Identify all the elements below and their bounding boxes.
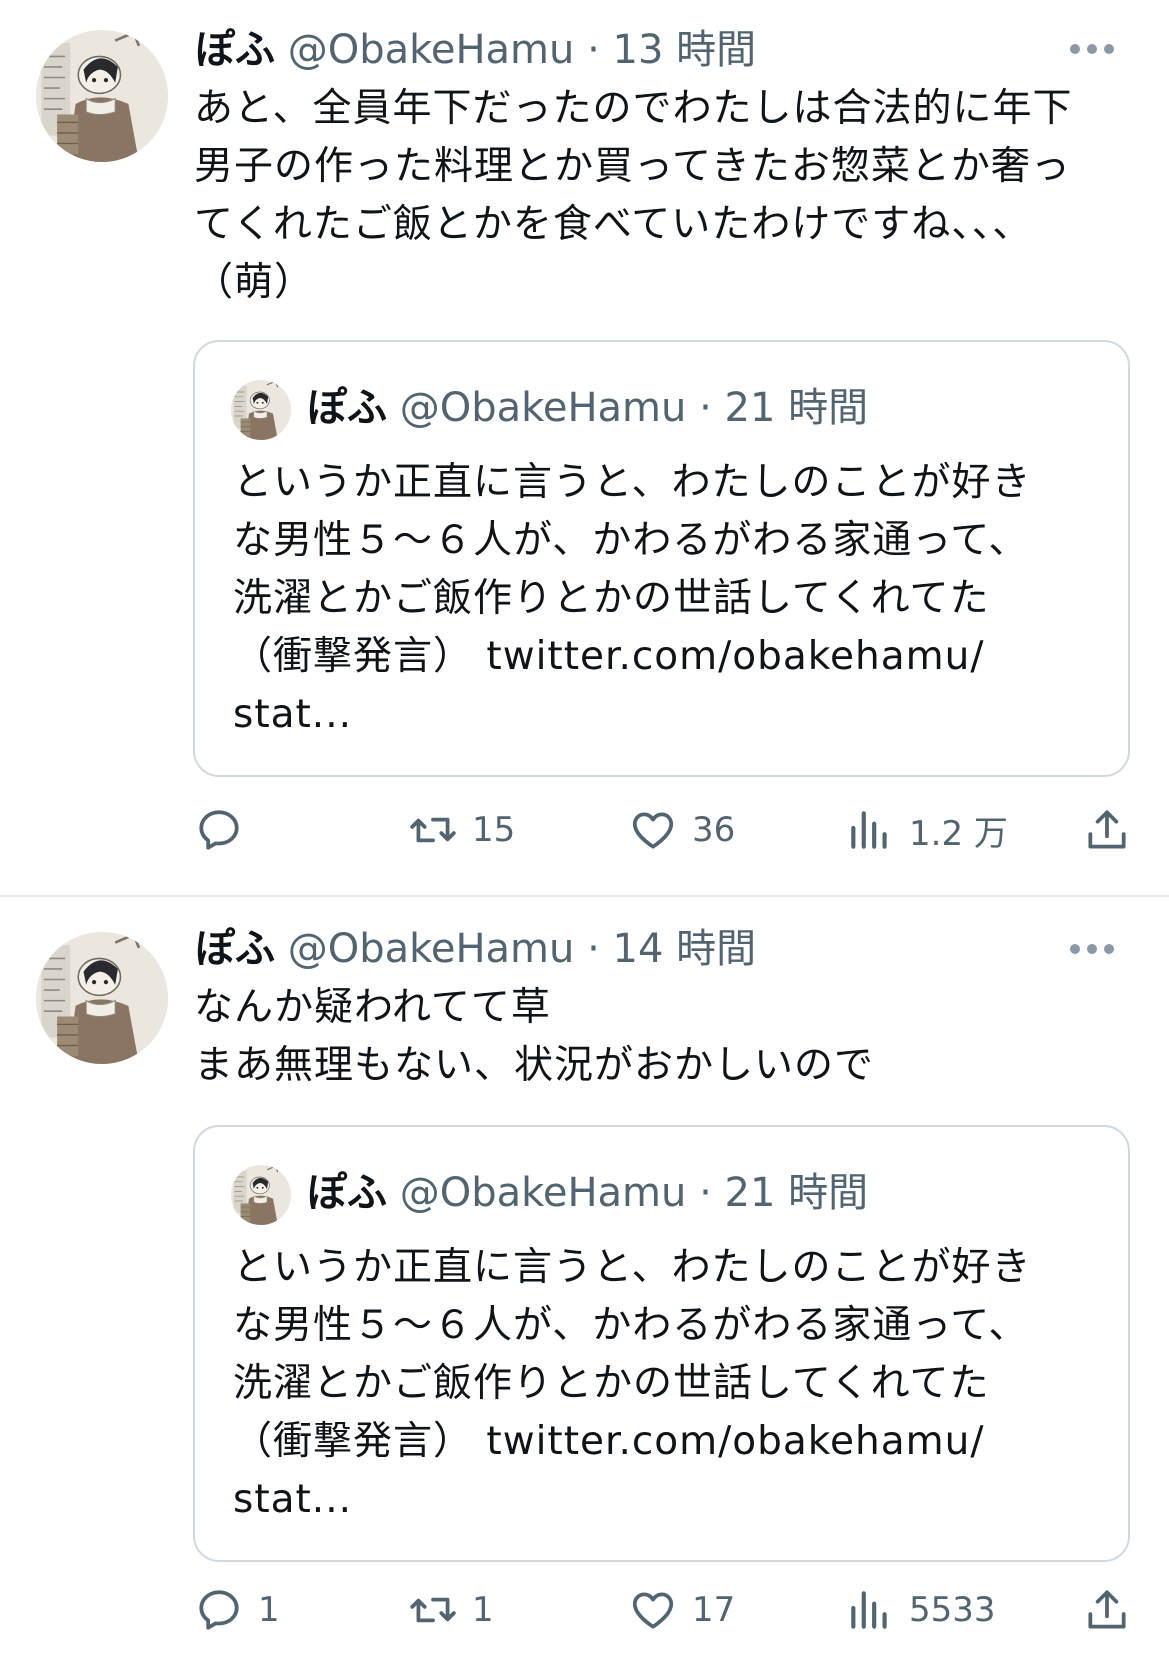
like-count: 17 (692, 1590, 736, 1630)
separator-dot: · (587, 27, 600, 73)
action-bar: 1 1 17 5533 (0, 1580, 1169, 1640)
quote-avatar (231, 380, 291, 440)
views-count: 5533 (909, 1590, 996, 1630)
timestamp[interactable]: 14 時間 (613, 926, 757, 972)
tweet-header: ぽふ @ObakeHamu · 14 時間 (195, 923, 1095, 975)
retweet-count: 1 (472, 1590, 494, 1630)
views-button[interactable]: 1.2 万 (845, 800, 1008, 860)
quote-author-handle: @ObakeHamu (399, 385, 687, 431)
reply-icon (199, 1590, 239, 1630)
reply-button[interactable]: 1 (194, 1580, 280, 1640)
share-button[interactable] (1082, 1580, 1132, 1640)
tweet-text: なんか疑われてて草 まあ無理もない、状況がおかしいので (194, 985, 875, 1088)
like-button[interactable]: 36 (628, 800, 735, 860)
avatar[interactable] (36, 30, 168, 162)
views-button[interactable]: 5533 (845, 1580, 996, 1640)
more-options-icon[interactable] (1070, 942, 1114, 956)
views-icon (851, 811, 887, 849)
quote-text: というか正直に言うと、わたしのことが好き な男性５〜６人が、かわるがわる家通って… (233, 1245, 1032, 1522)
views-icon (851, 1591, 887, 1629)
quote-avatar (231, 1165, 291, 1225)
avatar[interactable] (36, 932, 168, 1064)
quote-text: というか正直に言うと、わたしのことが好き な男性５〜６人が、かわるがわる家通って… (233, 460, 1032, 737)
author-handle[interactable]: @ObakeHamu (288, 926, 575, 972)
reply-icon (199, 810, 239, 850)
author-name[interactable]: ぽふ (195, 27, 275, 73)
timestamp[interactable]: 13 時間 (613, 27, 757, 73)
share-icon (1088, 1590, 1126, 1629)
quote-author-handle: @ObakeHamu (399, 1170, 687, 1216)
retweet-button[interactable]: 1 (408, 1580, 494, 1640)
share-button[interactable] (1082, 800, 1132, 860)
retweet-count: 15 (472, 810, 516, 850)
tweet-header: ぽふ @ObakeHamu · 13 時間 (195, 24, 1095, 76)
avatar-image (231, 1165, 291, 1225)
share-icon (1088, 810, 1126, 849)
more-options-icon[interactable] (1070, 42, 1114, 56)
views-count: 1.2 万 (909, 813, 1008, 854)
avatar-image (36, 932, 168, 1064)
tweet-1[interactable]: ぽふ @ObakeHamu · 13 時間 あと、全員年下だったのでわたしは合法… (0, 0, 1169, 896)
author-name[interactable]: ぽふ (195, 926, 275, 972)
avatar-image (231, 380, 291, 440)
avatar-image (36, 30, 168, 162)
like-button[interactable]: 17 (628, 1580, 735, 1640)
reply-count: 1 (258, 1590, 280, 1630)
quote-author-name: ぽふ (307, 1170, 387, 1216)
separator-dot: · (699, 1170, 712, 1216)
action-bar: 15 36 1.2 万 (0, 800, 1169, 860)
author-handle[interactable]: @ObakeHamu (288, 27, 575, 73)
like-count: 36 (692, 810, 736, 850)
quoted-tweet[interactable]: ぽふ @ObakeHamu · 21 時間 というか正直に言うと、わたしのことが… (193, 1125, 1130, 1562)
retweet-button[interactable]: 15 (408, 800, 515, 860)
retweet-icon (410, 1597, 456, 1623)
quote-header: ぽふ @ObakeHamu · 21 時間 (307, 382, 868, 434)
retweet-icon (410, 817, 456, 843)
quote-timestamp: 21 時間 (724, 1170, 869, 1216)
quote-timestamp: 21 時間 (724, 385, 869, 431)
separator-dot: · (587, 926, 600, 972)
heart-icon (632, 812, 674, 849)
heart-icon (632, 1592, 674, 1629)
tweet-2[interactable]: ぽふ @ObakeHamu · 14 時間 なんか疑われてて草 まあ無理もない、… (0, 897, 1169, 1673)
reply-button[interactable] (194, 800, 258, 860)
quoted-tweet[interactable]: ぽふ @ObakeHamu · 21 時間 というか正直に言うと、わたしのことが… (193, 340, 1130, 777)
separator-dot: · (699, 385, 712, 431)
quote-author-name: ぽふ (307, 385, 387, 431)
tweet-text: あと、全員年下だったのでわたしは合法的に年下 男子の作った料理とか買ってきたお惣… (194, 86, 1073, 305)
quote-header: ぽふ @ObakeHamu · 21 時間 (307, 1167, 868, 1219)
